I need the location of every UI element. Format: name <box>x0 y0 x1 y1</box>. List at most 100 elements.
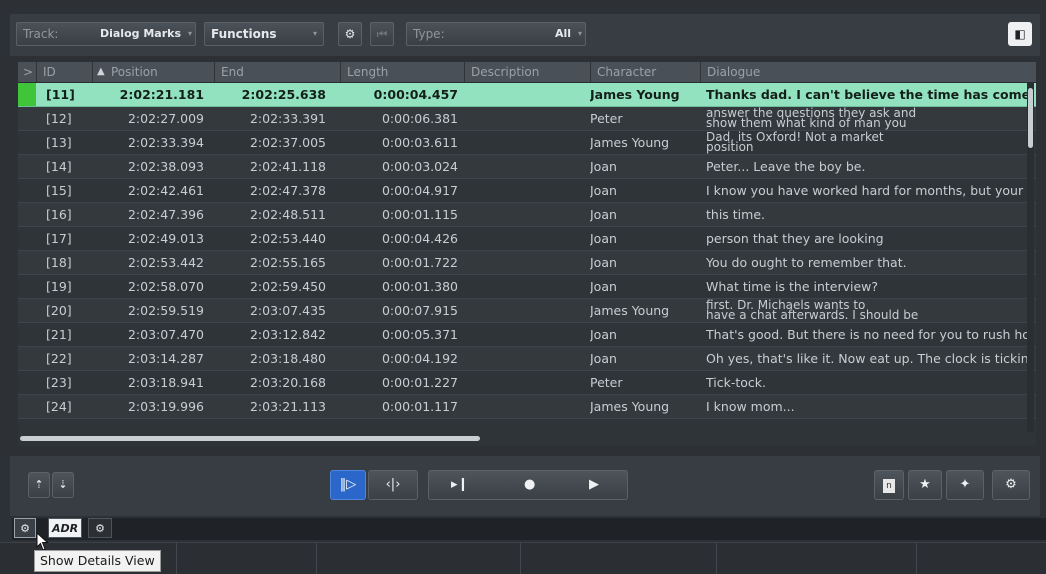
chevron-down-icon: ▾ <box>187 29 192 38</box>
skip-back-icon: ⏮ <box>376 27 388 41</box>
col-dialogue[interactable]: Dialogue <box>700 62 1036 82</box>
vertical-scrollbar[interactable] <box>1028 88 1033 148</box>
type-label: Type: <box>413 27 445 41</box>
preview-mode-button[interactable]: ‖▷ <box>330 470 366 500</box>
cell-position: 2:02:33.394 <box>127 135 204 150</box>
table-row[interactable]: [15] 2:02:42.461 2:02:47.378 0:00:04.917… <box>18 179 1036 203</box>
sparkle-button[interactable]: ✦ <box>946 470 984 500</box>
table-row[interactable]: [16] 2:02:47.396 2:02:48.511 0:00:01.115… <box>18 203 1036 227</box>
table-row[interactable]: [18] 2:02:53.442 2:02:55.165 0:00:01.722… <box>18 251 1036 275</box>
type-filter[interactable]: Type: All ▾ <box>406 22 586 46</box>
split-view-icon: ◧ <box>1014 27 1026 41</box>
row-marker <box>18 395 36 418</box>
table-row[interactable]: [22] 2:03:14.287 2:03:18.480 0:00:04.192… <box>18 347 1036 371</box>
cell-end: 2:03:07.435 <box>249 303 326 318</box>
cell-position: 2:02:27.009 <box>127 111 204 126</box>
table-row[interactable]: [17] 2:02:49.013 2:02:53.440 0:00:04.426… <box>18 227 1036 251</box>
gear-icon: ⚙ <box>95 522 105 535</box>
cell-dialogue: answer the questions they ask and show th… <box>706 107 1028 130</box>
favorite-button[interactable]: ★ <box>908 470 942 500</box>
cell-length: 0:00:03.611 <box>381 135 458 150</box>
col-character[interactable]: Character <box>590 62 700 82</box>
cell-end: 2:02:55.165 <box>249 255 326 270</box>
move-down-button[interactable]: ⇣ <box>52 472 74 498</box>
cycle-marker-button[interactable]: ‹|› <box>368 470 418 500</box>
marker-table: > ID ▲ Position End Length Description C… <box>18 62 1036 446</box>
dialogue-line-1: Dad, its Oxford! Not a market <box>706 131 884 144</box>
table-row[interactable]: [23] 2:03:18.941 2:03:20.168 0:00:01.227… <box>18 371 1036 395</box>
table-row[interactable]: [13] 2:02:33.394 2:02:37.005 0:00:03.611… <box>18 131 1036 155</box>
cell-dialogue: I know you have worked hard for months, … <box>706 183 1028 198</box>
row-marker <box>18 107 36 130</box>
divider <box>716 543 717 574</box>
col-end[interactable]: End <box>214 62 340 82</box>
row-marker <box>18 371 36 394</box>
skip-forward-icon[interactable]: ▸❙ <box>451 471 468 499</box>
table-row[interactable]: [24] 2:03:19.996 2:03:21.113 0:00:01.117… <box>18 395 1036 419</box>
cell-position: 2:03:19.996 <box>127 399 204 414</box>
cell-length: 0:00:06.381 <box>381 111 458 126</box>
col-id[interactable]: ID <box>36 62 92 82</box>
col-length[interactable]: Length <box>340 62 464 82</box>
cell-position: 2:03:14.287 <box>127 351 204 366</box>
chevron-down-icon: ▾ <box>312 29 317 38</box>
cell-dialogue: Thanks dad. I can't believe the time has… <box>706 87 1028 102</box>
cell-length: 0:00:01.117 <box>381 399 458 414</box>
tab-settings[interactable]: ⚙ <box>88 518 112 538</box>
cell-dialogue: first. Dr. Michaels wants to have a chat … <box>706 299 1028 322</box>
cell-character: Joan <box>590 255 617 270</box>
cell-position: 2:02:59.519 <box>127 303 204 318</box>
cell-end: 2:02:37.005 <box>249 135 326 150</box>
cell-end: 2:03:18.480 <box>249 351 326 366</box>
record-icon[interactable]: ● <box>524 471 535 499</box>
track-value: Dialog Marks <box>99 27 181 40</box>
cell-end: 2:02:53.440 <box>249 231 326 246</box>
transport-settings-button[interactable]: ⚙ <box>992 470 1030 500</box>
col-position[interactable]: ▲ Position <box>92 62 214 82</box>
table-row[interactable]: [12] 2:02:27.009 2:02:33.391 0:00:06.381… <box>18 107 1036 131</box>
cell-end: 2:03:12.842 <box>249 327 326 342</box>
move-up-button[interactable]: ⇡ <box>28 472 50 498</box>
divider <box>916 543 917 574</box>
tab-adr[interactable]: ADR <box>48 518 82 538</box>
play-icon[interactable]: ▶ <box>589 471 599 499</box>
table-row[interactable]: [20] 2:02:59.519 2:03:07.435 0:00:07.915… <box>18 299 1036 323</box>
details-view-icon: ⚙ <box>20 522 30 535</box>
row-marker <box>18 299 36 322</box>
cell-dialogue: person that they are looking <box>706 231 884 246</box>
table-row[interactable]: [14] 2:02:38.093 2:02:41.118 0:00:03.024… <box>18 155 1036 179</box>
cell-end: 2:02:48.511 <box>249 207 326 222</box>
settings-button[interactable]: ⚙ <box>338 22 362 46</box>
play-marker-icon: ‖▷ <box>339 477 357 492</box>
cell-character: Joan <box>590 327 617 342</box>
col-position-label: Position <box>111 65 158 79</box>
divider <box>176 543 177 574</box>
sparkle-icon: ✦ <box>959 477 971 492</box>
marker-info-button[interactable]: n <box>874 470 904 500</box>
table-row[interactable]: [11] 2:02:21.181 2:02:25.638 0:00:04.457… <box>18 83 1036 107</box>
sort-ascending-icon: ▲ <box>97 66 105 77</box>
cell-character: Peter <box>590 375 623 390</box>
expand-view-button[interactable]: ◧ <box>1008 22 1032 46</box>
transport-group: ▸❙ ● ▶ <box>428 470 628 500</box>
go-to-start-button[interactable]: ⏮ <box>370 22 394 46</box>
star-icon: ★ <box>919 477 931 492</box>
table-row[interactable]: [21] 2:03:07.470 2:03:12.842 0:00:05.371… <box>18 323 1036 347</box>
cell-dialogue: That's good. But there is no need for yo… <box>706 327 1028 342</box>
cell-position: 2:02:47.396 <box>127 207 204 222</box>
col-description[interactable]: Description <box>464 62 590 82</box>
details-view-tab[interactable]: ⚙ <box>14 518 36 538</box>
table-row[interactable]: [19] 2:02:58.070 2:02:59.450 0:00:01.380… <box>18 275 1036 299</box>
functions-menu[interactable]: Functions ▾ <box>204 22 324 46</box>
cell-length: 0:00:04.457 <box>373 87 458 102</box>
row-marker <box>18 155 36 178</box>
cell-character: Joan <box>590 183 617 198</box>
cell-dialogue: What time is the interview? <box>706 279 879 294</box>
adr-window: Track: Dialog Marks ▾ Functions ▾ ⚙ ⏮ Ty… <box>0 0 1046 574</box>
track-selector[interactable]: Track: Dialog Marks ▾ <box>16 22 196 46</box>
cell-end: 2:02:59.450 <box>249 279 326 294</box>
cell-dialogue: Tick-tock. <box>706 375 766 390</box>
expand-column-icon[interactable]: > <box>18 62 36 82</box>
horizontal-scrollbar[interactable] <box>20 436 480 441</box>
tooltip: Show Details View <box>34 550 161 572</box>
